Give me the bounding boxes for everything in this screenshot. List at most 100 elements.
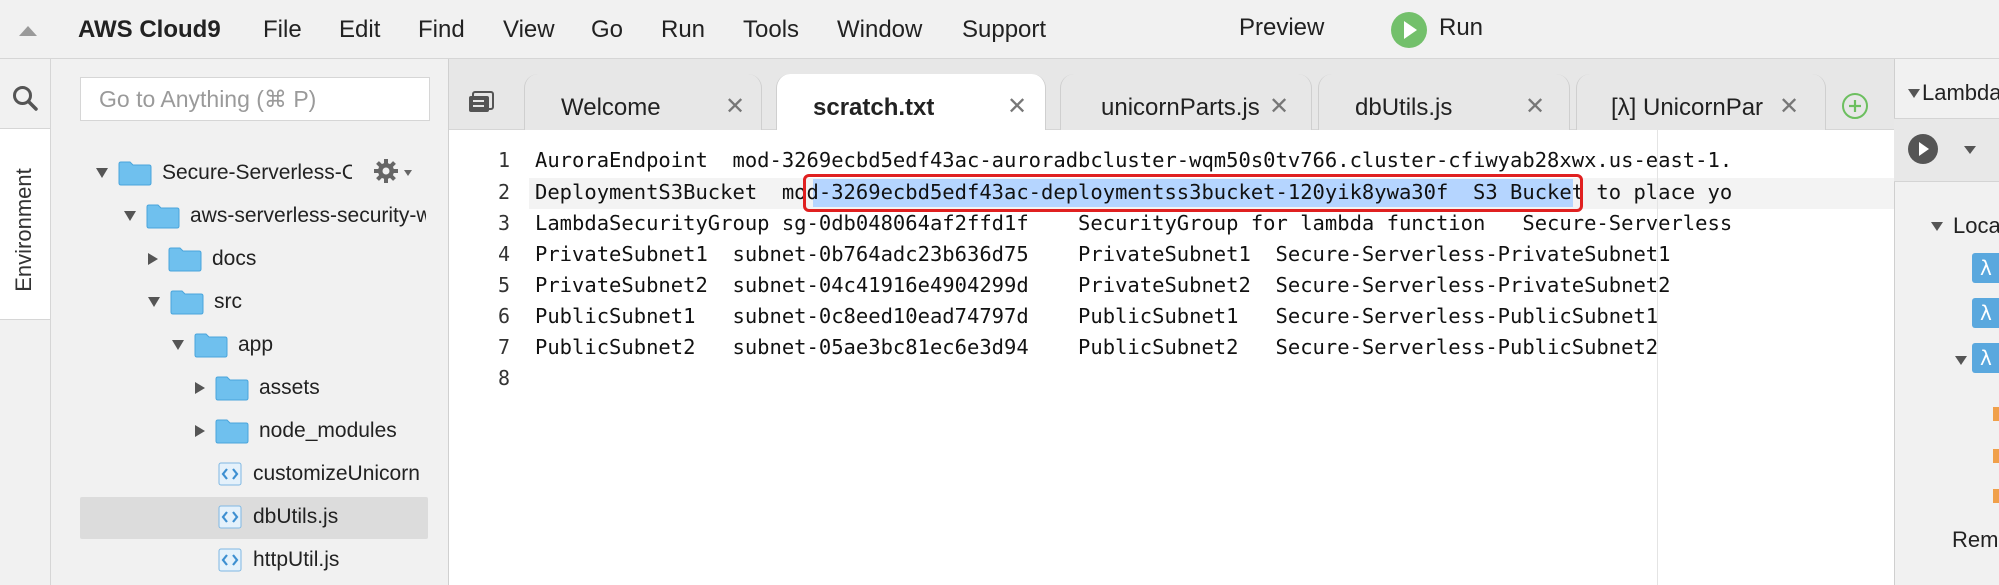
folder-icon <box>215 376 249 401</box>
tree-item-docs[interactable]: docs <box>148 239 428 279</box>
lambda-icon[interactable]: λ <box>1972 253 1999 283</box>
chevron-down-icon[interactable] <box>1931 222 1943 231</box>
expand-arrow-icon[interactable] <box>172 340 184 350</box>
tree-item-label: assets <box>259 376 320 399</box>
tree-item-customize-unicorn[interactable]: customizeUnicorn <box>195 454 428 494</box>
folder-icon <box>170 290 204 315</box>
close-icon[interactable]: ✕ <box>1007 92 1027 121</box>
menu-tools[interactable]: Tools <box>743 16 799 44</box>
tree-item-label: app <box>238 333 274 356</box>
tree-item-label: Secure-Serverless-C <box>162 161 352 184</box>
tab-label: dbUtils.js <box>1355 94 1453 121</box>
collapse-arrow-icon[interactable] <box>195 425 205 437</box>
lambda-function-icon[interactable] <box>1993 489 1999 503</box>
lambda-function-icon[interactable] <box>1993 449 1999 463</box>
tree-item-root-folder[interactable]: Secure-Serverless-C <box>96 153 366 193</box>
menu-support[interactable]: Support <box>962 16 1046 44</box>
expand-arrow-icon[interactable] <box>96 168 108 178</box>
chevron-down-icon[interactable] <box>1908 89 1920 98</box>
tree-item-label: httpUtil.js <box>253 548 340 571</box>
add-tab-icon[interactable] <box>1841 92 1869 120</box>
menu-view[interactable]: View <box>503 16 555 44</box>
preview-button[interactable]: Preview <box>1239 14 1324 42</box>
line-number: 7 <box>497 335 510 359</box>
folder-icon <box>194 333 228 358</box>
tabs-menu-icon[interactable] <box>468 90 496 114</box>
line-number: 2 <box>497 180 510 204</box>
code-line: PublicSubnet2 subnet-05ae3bc81ec6e3d94 P… <box>535 335 1659 359</box>
tree-item-label: node_modules <box>259 419 397 442</box>
local-functions-label[interactable]: Local <box>1953 213 1999 239</box>
code-line: PublicSubnet1 subnet-0c8eed10ead74797d P… <box>535 304 1659 328</box>
lambda-icon[interactable]: λ <box>1972 343 1999 373</box>
tree-item-dbutils[interactable]: dbUtils.js <box>195 497 428 537</box>
code-line: PrivateSubnet2 subnet-04c41916e4904299d … <box>535 273 1671 297</box>
gear-dropdown-caret-icon[interactable] <box>404 170 412 176</box>
collapse-arrow-icon[interactable] <box>148 253 158 265</box>
tree-item-httputil[interactable]: httpUtil.js <box>195 540 428 580</box>
tree-item-label: docs <box>212 247 257 270</box>
tab-scratch-txt[interactable]: scratch.txt ✕ <box>776 74 1046 130</box>
run-button[interactable]: Run <box>1439 14 1483 42</box>
tree-item-assets[interactable]: assets <box>195 368 428 408</box>
tab-label: Welcome <box>561 94 661 121</box>
menu-find[interactable]: Find <box>418 16 465 44</box>
close-icon[interactable]: ✕ <box>725 92 745 121</box>
remote-functions-label[interactable]: Remo <box>1952 527 1999 553</box>
collapse-menu-icon[interactable] <box>19 26 37 36</box>
search-icon[interactable] <box>12 85 38 111</box>
code-line: AuroraEndpoint mod-3269ecbd5edf43ac-auro… <box>535 148 1733 172</box>
folder-icon <box>168 247 202 272</box>
line-number: 3 <box>497 211 510 235</box>
folder-icon <box>146 204 180 229</box>
close-icon[interactable]: ✕ <box>1269 92 1289 121</box>
tab-welcome[interactable]: Welcome ✕ <box>524 74 762 130</box>
code-line: PrivateSubnet1 subnet-0b764adc23b636d75 … <box>535 242 1671 266</box>
close-icon[interactable]: ✕ <box>1525 92 1545 121</box>
menu-go[interactable]: Go <box>591 16 623 44</box>
expand-arrow-icon[interactable] <box>124 211 136 221</box>
js-file-icon <box>218 505 242 529</box>
tree-item-node-modules[interactable]: node_modules <box>195 411 428 451</box>
code-line: LambdaSecurityGroup sg-0db048064af2ffd1f… <box>535 211 1733 235</box>
collapse-arrow-icon[interactable] <box>195 382 205 394</box>
lambda-function-icon[interactable] <box>1993 407 1999 421</box>
tree-item-src[interactable]: src <box>148 282 428 322</box>
close-icon[interactable]: ✕ <box>1779 92 1799 121</box>
tab-label: [λ] UnicornPar <box>1611 94 1764 121</box>
tree-item-label: dbUtils.js <box>253 505 339 528</box>
gear-icon[interactable] <box>373 158 399 184</box>
tab-label: unicornParts.js <box>1101 94 1260 121</box>
line-number: 4 <box>497 242 510 266</box>
menu-run[interactable]: Run <box>661 16 705 44</box>
menu-edit[interactable]: Edit <box>339 16 380 44</box>
tab-dbutils-js[interactable]: dbUtils.js ✕ <box>1318 74 1570 130</box>
line-number: 5 <box>497 273 510 297</box>
tree-item-label: customizeUnicorn <box>253 462 420 485</box>
folder-icon <box>118 161 152 186</box>
folder-icon <box>215 419 249 444</box>
line-number: 1 <box>497 148 510 172</box>
tree-item-folder[interactable]: aws-serverless-security-w <box>124 196 430 236</box>
app-title[interactable]: AWS Cloud9 <box>78 16 221 44</box>
run-lambda-icon[interactable] <box>1908 134 1938 164</box>
environment-tab-label: Environment <box>11 168 36 292</box>
tree-item-label: src <box>214 290 242 313</box>
line-number: 8 <box>497 366 510 390</box>
expand-arrow-icon[interactable] <box>148 297 160 307</box>
tab-label: scratch.txt <box>813 94 935 121</box>
tree-item-label: aws-serverless-security-w <box>190 204 426 227</box>
lambda-panel-title[interactable]: Lambda <box>1922 80 1999 106</box>
tab-unicornparts-lambda[interactable]: [λ] UnicornPar ✕ <box>1576 74 1826 130</box>
line-number: 6 <box>497 304 510 328</box>
menu-window[interactable]: Window <box>837 16 922 44</box>
js-file-icon <box>218 548 242 572</box>
menu-file[interactable]: File <box>263 16 302 44</box>
run-play-icon[interactable] <box>1391 12 1427 48</box>
lambda-icon[interactable]: λ <box>1972 298 1999 328</box>
goto-anything-input[interactable] <box>80 77 430 121</box>
tab-unicornparts-js[interactable]: unicornParts.js ✕ <box>1060 74 1312 130</box>
chevron-down-icon[interactable] <box>1964 146 1976 154</box>
tree-item-app[interactable]: app <box>172 325 428 365</box>
chevron-down-icon[interactable] <box>1955 356 1967 365</box>
